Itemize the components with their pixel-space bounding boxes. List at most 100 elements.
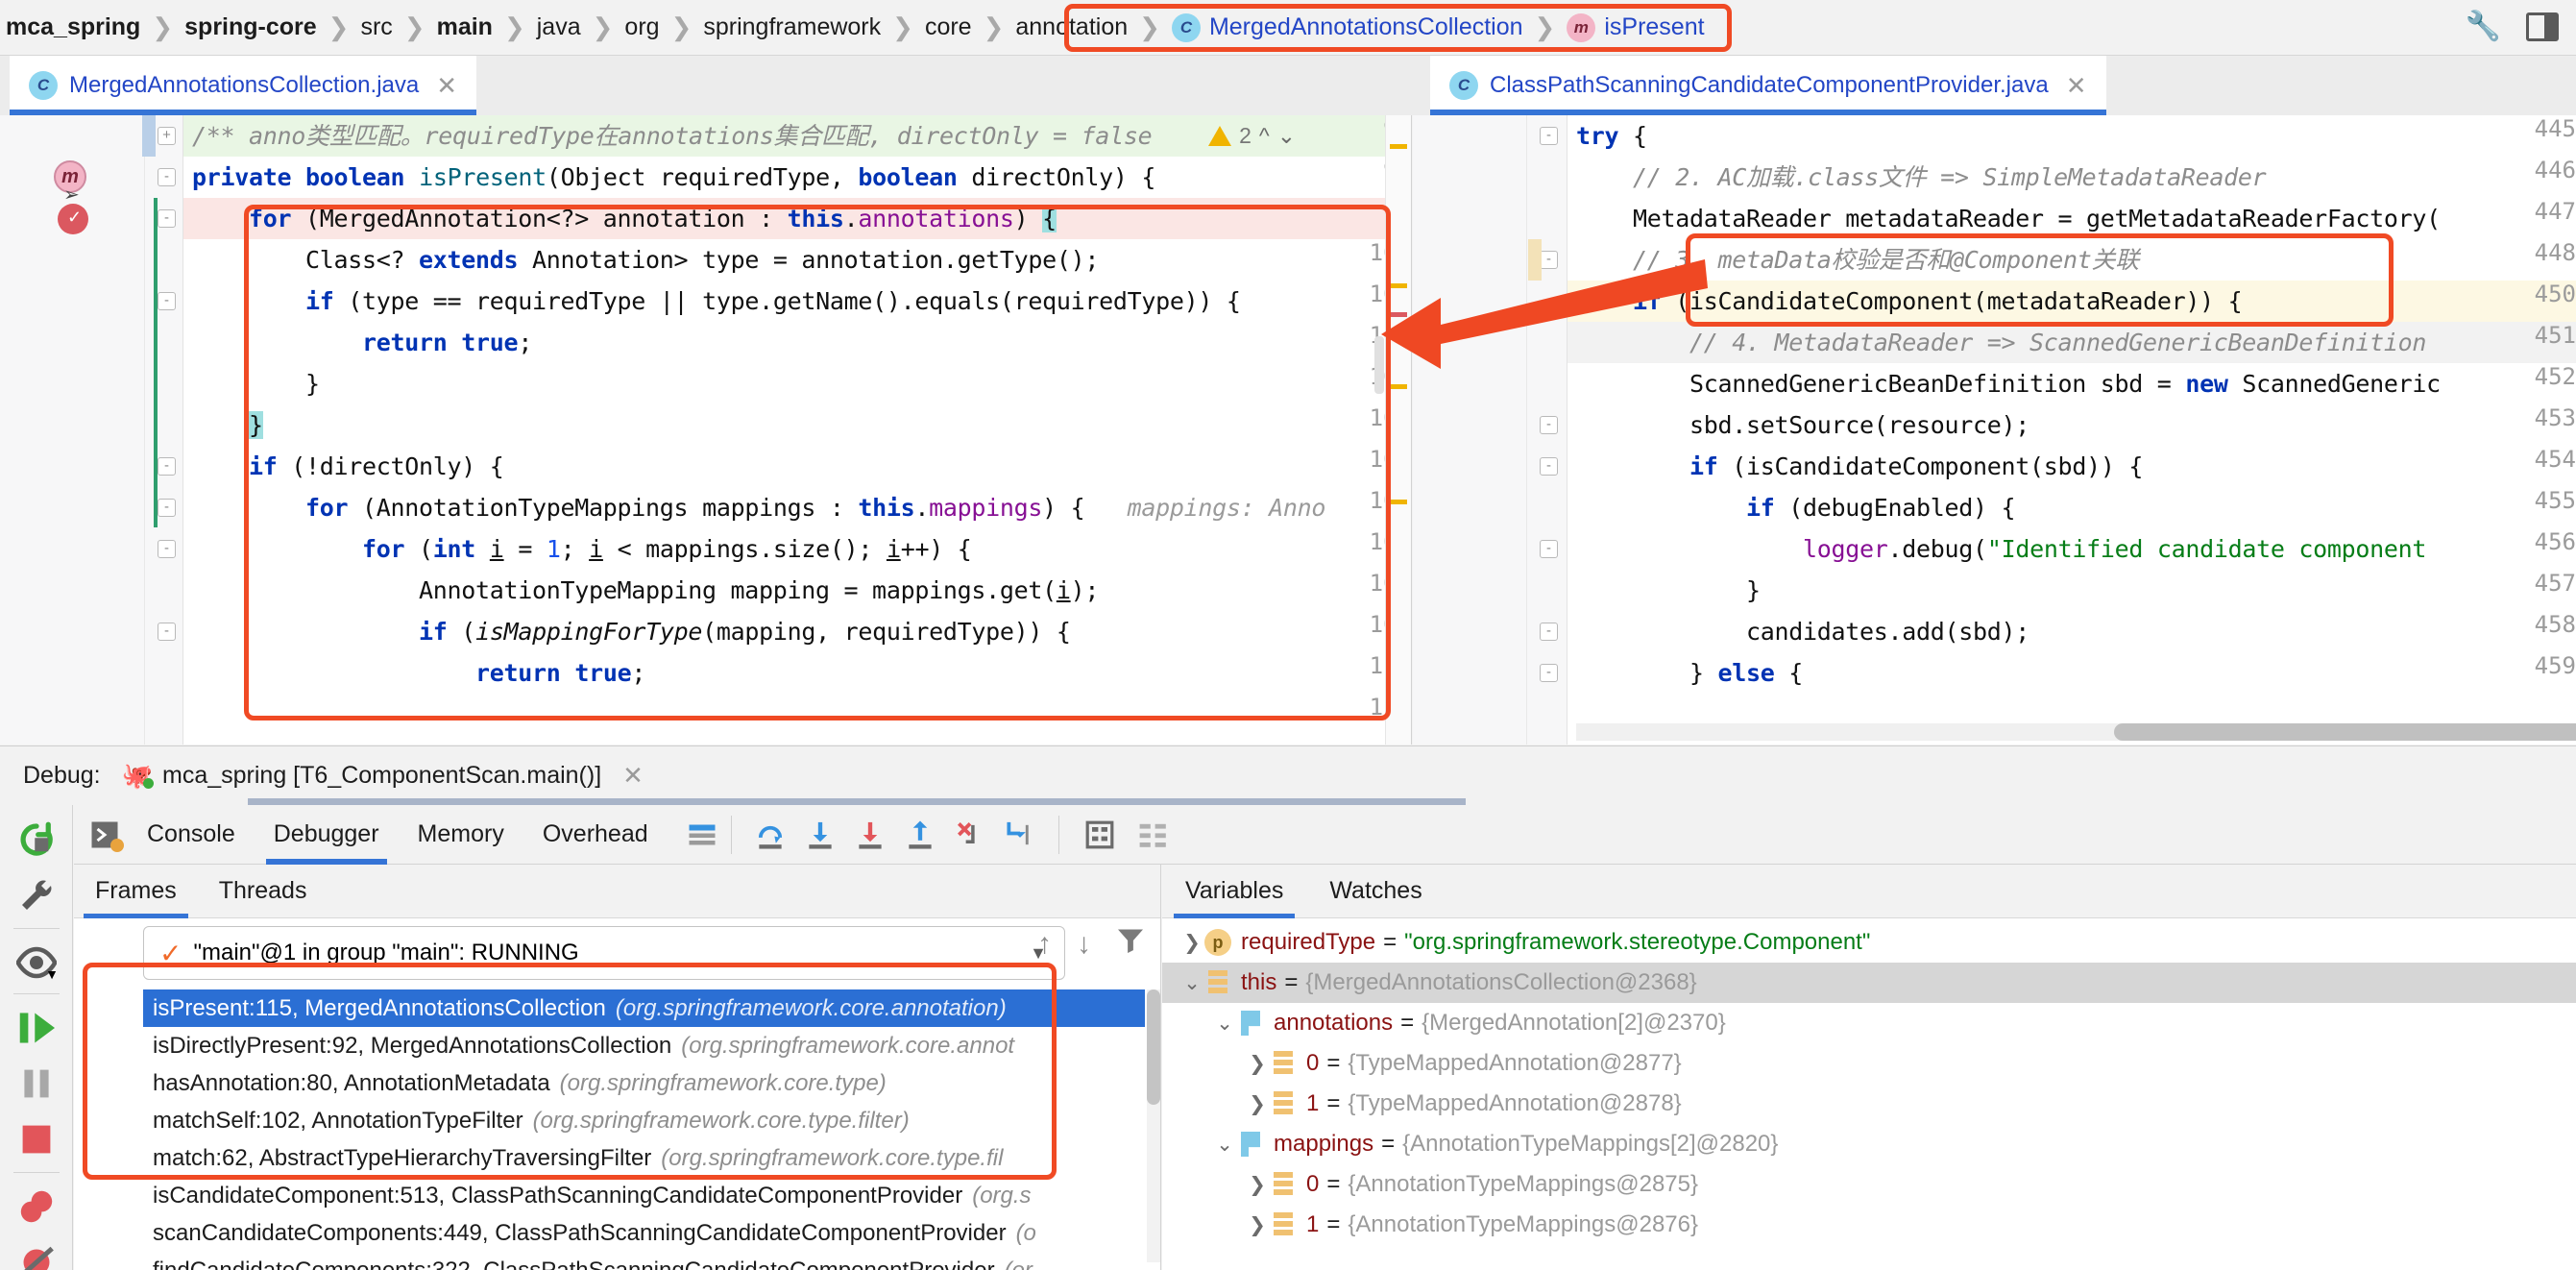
- tab-console[interactable]: Console: [128, 805, 255, 865]
- fold-toggle[interactable]: -: [158, 623, 176, 641]
- layout-panel-icon[interactable]: [2526, 12, 2559, 41]
- editor-tab-classpathscanning[interactable]: C ClassPathScanningCandidateComponentPro…: [1430, 56, 2106, 115]
- code-line[interactable]: if (!directOnly) {: [192, 446, 504, 487]
- code-line[interactable]: } else {: [1576, 652, 1803, 694]
- close-icon[interactable]: ✕: [436, 71, 457, 101]
- fold-toggle[interactable]: -: [1540, 457, 1558, 476]
- chevron-right-icon[interactable]: ❯: [1179, 931, 1204, 955]
- code-line[interactable]: for (int i = 1; i < mappings.size(); i++…: [192, 528, 972, 570]
- force-step-into-icon[interactable]: [855, 819, 886, 850]
- view-breakpoints-icon[interactable]: [13, 1184, 60, 1230]
- variable-row-this[interactable]: ⌄ this = {MergedAnnotationsCollection@23…: [1162, 963, 2576, 1003]
- variable-row-mappings-1[interactable]: ❯ 1 = {AnnotationTypeMappings@2876}: [1162, 1205, 2576, 1245]
- code-line[interactable]: if (isMappingForType(mapping, requiredTy…: [192, 611, 1071, 652]
- fold-toggle[interactable]: -: [1540, 623, 1558, 641]
- chevron-down-icon[interactable]: ⌄: [1277, 123, 1296, 149]
- chevron-right-icon[interactable]: ❯: [1245, 1052, 1270, 1076]
- close-icon[interactable]: ✕: [622, 761, 644, 791]
- code-line[interactable]: ScannedGenericBeanDefinition sbd = new S…: [1576, 363, 2441, 404]
- tab-debugger[interactable]: Debugger: [255, 805, 399, 865]
- thread-selector[interactable]: ✓ "main"@1 in group "main": RUNNING ▼: [143, 926, 1065, 980]
- mute-breakpoints-icon[interactable]: [13, 1239, 60, 1270]
- list-item[interactable]: scanCandidateComponents:449, ClassPathSc…: [143, 1214, 1145, 1252]
- step-into-icon[interactable]: [805, 819, 836, 850]
- fold-toggle[interactable]: -: [158, 499, 176, 517]
- code-line[interactable]: if (debugEnabled) {: [1576, 487, 2016, 528]
- breadcrumb-item-2[interactable]: src: [360, 13, 392, 41]
- tab-overhead[interactable]: Overhead: [523, 805, 668, 865]
- chevron-up-icon[interactable]: ^: [1259, 123, 1270, 149]
- step-over-icon[interactable]: [755, 819, 786, 850]
- code-line[interactable]: if (isCandidateComponent(sbd)) {: [1576, 446, 2143, 487]
- breadcrumb-item-5[interactable]: org: [624, 13, 659, 41]
- fold-toggle[interactable]: -: [158, 457, 176, 476]
- console-icon[interactable]: [89, 819, 124, 852]
- code-line[interactable]: if (isCandidateComponent(metadataReader)…: [1576, 281, 2243, 322]
- fold-toggle[interactable]: -: [158, 540, 176, 558]
- list-item[interactable]: isPresent:115, MergedAnnotationsCollecti…: [143, 989, 1145, 1027]
- fold-toggle[interactable]: -: [1540, 664, 1558, 682]
- variable-row-mappings[interactable]: ⌄ mappings = {AnnotationTypeMappings[2]@…: [1162, 1124, 2576, 1164]
- breadcrumb-item-3[interactable]: main: [437, 13, 493, 41]
- chevron-right-icon[interactable]: ❯: [1245, 1173, 1270, 1197]
- code-line[interactable]: try {: [1576, 115, 1647, 157]
- chevron-down-icon[interactable]: ⌄: [1212, 1012, 1237, 1036]
- editor-pane-left[interactable]: 95 98 99 100 101 102 103 104 105 106 107…: [0, 115, 1412, 745]
- list-item[interactable]: findCandidateComponents:322, ClassPathSc…: [143, 1252, 1145, 1270]
- fold-toggle[interactable]: -: [158, 168, 176, 186]
- tab-watches[interactable]: Watches: [1306, 865, 1445, 918]
- variable-row-annotations-1[interactable]: ❯ 1 = {TypeMappedAnnotation@2878}: [1162, 1084, 2576, 1124]
- variable-row-annotations[interactable]: ⌄ annotations = {MergedAnnotation[2]@237…: [1162, 1003, 2576, 1043]
- frames-scrollbar-thumb[interactable]: [1147, 989, 1160, 1105]
- code-line[interactable]: for (AnnotationTypeMappings mappings : t…: [192, 487, 1325, 528]
- code-line[interactable]: if (type == requiredType || type.getName…: [192, 281, 1241, 322]
- frames-scrollbar-track[interactable]: [1147, 989, 1160, 1262]
- code-line[interactable]: // 3. metaData校验是否和@Component关联: [1576, 239, 2139, 281]
- breadcrumb-item-method[interactable]: m isPresent: [1567, 12, 1705, 42]
- chevron-down-icon[interactable]: ⌄: [1212, 1133, 1237, 1157]
- chevron-right-icon[interactable]: ❯: [1245, 1213, 1270, 1237]
- step-out-icon[interactable]: [905, 819, 936, 850]
- breadcrumb-item-1[interactable]: spring-core: [184, 13, 317, 41]
- editor-pane-right[interactable]: 445 446 447 448 450 451 452 453 454 455 …: [1413, 115, 2576, 745]
- chevron-down-icon[interactable]: ⌄: [1179, 971, 1204, 995]
- frames-list[interactable]: isPresent:115, MergedAnnotationsCollecti…: [143, 989, 1145, 1270]
- code-line[interactable]: MetadataReader metadataReader = getMetad…: [1576, 198, 2441, 239]
- wrench-icon[interactable]: 🔧: [2466, 10, 2501, 43]
- code-line[interactable]: }: [192, 363, 320, 404]
- fold-toggle[interactable]: -: [1540, 540, 1558, 558]
- fold-toggle[interactable]: -: [158, 209, 176, 228]
- code-line[interactable]: AnnotationTypeMapping mapping = mappings…: [192, 570, 1099, 611]
- editor-hscrollbar-track[interactable]: [1576, 723, 2576, 741]
- code-line[interactable]: }: [1576, 570, 1761, 611]
- wrench-icon[interactable]: [13, 872, 60, 918]
- editor-tab-mergedannotationscollection[interactable]: C MergedAnnotationsCollection.java ✕: [10, 56, 477, 115]
- fold-toggle[interactable]: -: [158, 292, 176, 310]
- list-item[interactable]: isCandidateComponent:513, ClassPathScann…: [143, 1177, 1145, 1214]
- rerun-icon[interactable]: [13, 817, 60, 863]
- show-execution-point-icon[interactable]: [687, 819, 717, 850]
- breadcrumb-item-0[interactable]: mca_spring: [6, 13, 140, 41]
- code-line[interactable]: private boolean isPresent(Object require…: [192, 157, 1155, 198]
- code-line[interactable]: return true;: [192, 322, 532, 363]
- tab-memory[interactable]: Memory: [399, 805, 523, 865]
- code-line[interactable]: candidates.add(sbd);: [1576, 611, 2029, 652]
- code-line[interactable]: return true;: [192, 652, 645, 694]
- run-to-cursor-icon[interactable]: [1005, 819, 1035, 850]
- code-line[interactable]: for (MergedAnnotation<?> annotation : th…: [192, 198, 1057, 239]
- variable-row-mappings-0[interactable]: ❯ 0 = {AnnotationTypeMappings@2875}: [1162, 1164, 2576, 1205]
- breadcrumb-item-8[interactable]: annotation: [1015, 13, 1128, 41]
- filter-icon[interactable]: [1116, 928, 1145, 961]
- fold-toggle[interactable]: -: [1540, 127, 1558, 145]
- inspection-widget[interactable]: 2 ^ ⌄: [1208, 123, 1296, 149]
- tab-threads[interactable]: Threads: [198, 865, 328, 918]
- code-line[interactable]: // 2. AC加载.class文件 => SimpleMetadataRead…: [1576, 157, 2267, 198]
- code-line[interactable]: logger.debug("Identified candidate compo…: [1576, 528, 2426, 570]
- code-line[interactable]: Class<? extends Annotation> type = annot…: [192, 239, 1099, 281]
- resume-icon[interactable]: [13, 1005, 60, 1051]
- breadcrumb-item-7[interactable]: core: [925, 13, 972, 41]
- drop-frame-icon[interactable]: [955, 819, 985, 850]
- chevron-right-icon[interactable]: ❯: [1245, 1092, 1270, 1116]
- variable-row-requiredtype[interactable]: ❯ p requiredType = "org.springframework.…: [1162, 922, 2576, 963]
- fold-toggle[interactable]: -: [1540, 416, 1558, 434]
